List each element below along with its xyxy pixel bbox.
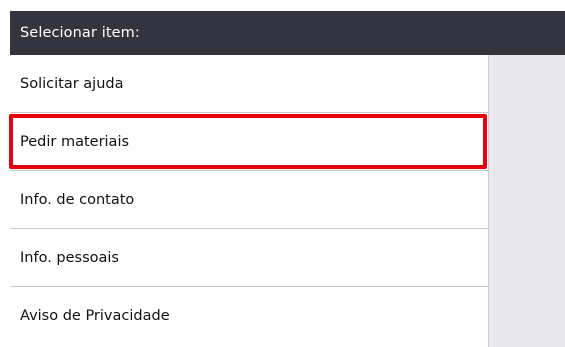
menu-item-info-pessoais[interactable]: Info. pessoais — [10, 229, 488, 287]
menu-item-solicitar-ajuda[interactable]: Solicitar ajuda — [10, 55, 488, 113]
menu-list: Solicitar ajuda Pedir materiais Info. de… — [9, 55, 488, 347]
menu-item-aviso-privacidade[interactable]: Aviso de Privacidade — [10, 287, 488, 345]
menu-item-pedir-materiais[interactable]: Pedir materiais — [9, 113, 488, 171]
printer-menu-screen: Selecionar item: Solicitar ajuda Pedir m… — [0, 0, 565, 347]
page-title: Selecionar item: — [10, 11, 565, 55]
scroll-panel[interactable] — [488, 55, 565, 347]
menu-item-info-contato[interactable]: Info. de contato — [10, 171, 488, 229]
